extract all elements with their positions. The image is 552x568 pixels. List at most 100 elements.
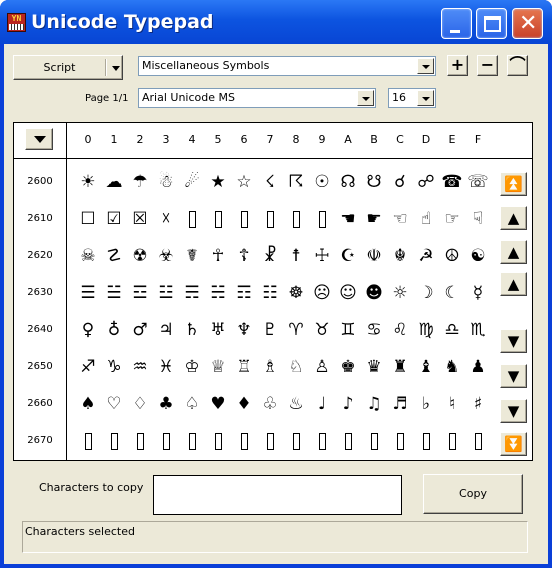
char-cell[interactable]: ☆ — [231, 169, 257, 195]
char-cell[interactable]: ☚ — [335, 206, 361, 232]
nav-button[interactable]: ▲ — [500, 272, 527, 296]
char-cell[interactable] — [335, 428, 361, 454]
chevron-down-icon[interactable] — [417, 90, 434, 106]
char-cell[interactable]: ♈ — [283, 317, 309, 343]
char-cell[interactable]: ☶ — [231, 280, 257, 306]
char-cell[interactable]: ♟ — [465, 354, 491, 380]
char-cell[interactable] — [205, 428, 231, 454]
char-cell[interactable]: ☡ — [101, 243, 127, 269]
char-cell[interactable]: ♅ — [205, 317, 231, 343]
char-cell[interactable]: ♂ — [127, 317, 153, 343]
char-cell[interactable]: ♝ — [413, 354, 439, 380]
char-cell[interactable]: ♒ — [127, 354, 153, 380]
unicode-block-select[interactable]: Miscellaneous Symbols — [138, 56, 436, 76]
maximize-button[interactable] — [476, 8, 507, 39]
char-cell[interactable] — [75, 428, 101, 454]
char-cell[interactable]: ♞ — [439, 354, 465, 380]
char-cell[interactable]: ☱ — [101, 280, 127, 306]
close-button[interactable]: ✕ — [512, 8, 543, 39]
char-cell[interactable]: ☜ — [387, 206, 413, 232]
char-cell[interactable]: ♣ — [153, 391, 179, 417]
char-cell[interactable]: ♊ — [335, 317, 361, 343]
char-cell[interactable] — [309, 428, 335, 454]
char-cell[interactable] — [361, 428, 387, 454]
nav-button[interactable]: ▲ — [500, 240, 527, 264]
copy-button[interactable]: Copy — [423, 474, 523, 514]
char-cell[interactable]: ☝ — [413, 206, 439, 232]
char-cell[interactable]: ☷ — [257, 280, 283, 306]
char-cell[interactable] — [179, 428, 205, 454]
char-cell[interactable]: ♕ — [205, 354, 231, 380]
char-cell[interactable]: ☴ — [179, 280, 205, 306]
char-cell[interactable]: ♧ — [257, 391, 283, 417]
nav-button[interactable]: ▼ — [500, 329, 527, 353]
char-cell[interactable]: ☹ — [309, 280, 335, 306]
char-cell[interactable] — [387, 428, 413, 454]
nav-button[interactable]: ⏫ — [500, 172, 527, 196]
char-cell[interactable]: ♃ — [153, 317, 179, 343]
char-cell[interactable]: ♑ — [101, 354, 127, 380]
char-cell[interactable]: ♪ — [335, 391, 361, 417]
char-cell[interactable]: ♜ — [387, 354, 413, 380]
char-cell[interactable]: ☵ — [205, 280, 231, 306]
chevron-down-icon[interactable] — [357, 90, 374, 106]
char-cell[interactable]: ♬ — [387, 391, 413, 417]
char-cell[interactable]: ♁ — [101, 317, 127, 343]
char-cell[interactable]: ☤ — [179, 243, 205, 269]
char-cell[interactable]: ♦ — [231, 391, 257, 417]
char-cell[interactable]: ☃ — [153, 169, 179, 195]
char-cell[interactable] — [257, 428, 283, 454]
char-cell[interactable]: ☧ — [257, 243, 283, 269]
char-cell[interactable]: ☻ — [361, 280, 387, 306]
char-cell[interactable]: ♓ — [153, 354, 179, 380]
char-cell[interactable]: ☳ — [153, 280, 179, 306]
char-cell[interactable]: ♋ — [361, 317, 387, 343]
char-cell[interactable]: ☑ — [101, 206, 127, 232]
char-cell[interactable]: ☺ — [335, 280, 361, 306]
char-cell[interactable]: ☁ — [101, 169, 127, 195]
char-cell[interactable] — [101, 428, 127, 454]
font-select[interactable]: Arial Unicode MS — [138, 88, 376, 108]
nav-button[interactable]: ▲ — [500, 206, 527, 230]
char-cell[interactable]: ☰ — [75, 280, 101, 306]
char-cell[interactable]: ☊ — [335, 169, 361, 195]
char-cell[interactable] — [153, 428, 179, 454]
char-cell[interactable] — [257, 206, 283, 232]
char-cell[interactable]: ☭ — [413, 243, 439, 269]
char-cell[interactable]: ☣ — [153, 243, 179, 269]
char-cell[interactable] — [413, 428, 439, 454]
char-cell[interactable]: ☯ — [465, 243, 491, 269]
char-cell[interactable]: ☼ — [387, 280, 413, 306]
char-cell[interactable]: ♗ — [257, 354, 283, 380]
chevron-down-icon[interactable] — [417, 58, 434, 74]
char-cell[interactable]: ♐ — [75, 354, 101, 380]
char-cell[interactable]: ☾ — [439, 280, 465, 306]
char-cell[interactable]: ☛ — [361, 206, 387, 232]
char-cell[interactable]: ☏ — [465, 169, 491, 195]
zoom-in-button[interactable]: + — [447, 55, 468, 76]
title-bar[interactable]: YN Unicode Typepad ✕ — [0, 0, 552, 44]
char-cell[interactable]: ♍ — [413, 317, 439, 343]
nav-button[interactable]: ▼ — [500, 399, 527, 423]
char-cell[interactable]: ☈ — [283, 169, 309, 195]
char-cell[interactable] — [231, 428, 257, 454]
char-cell[interactable] — [439, 428, 465, 454]
char-cell[interactable]: ☂ — [127, 169, 153, 195]
char-cell[interactable] — [127, 428, 153, 454]
char-cell[interactable]: ♏ — [465, 317, 491, 343]
char-cell[interactable]: ♛ — [361, 354, 387, 380]
char-cell[interactable]: ☋ — [361, 169, 387, 195]
char-cell[interactable]: ☟ — [465, 206, 491, 232]
char-cell[interactable]: ♤ — [179, 391, 205, 417]
char-cell[interactable]: ♯ — [465, 391, 491, 417]
char-cell[interactable]: ☦ — [231, 243, 257, 269]
char-cell[interactable]: ☄ — [179, 169, 205, 195]
char-cell[interactable]: ♎ — [439, 317, 465, 343]
char-cell[interactable]: ☿ — [465, 280, 491, 306]
char-cell[interactable]: ☩ — [309, 243, 335, 269]
char-cell[interactable]: ♌ — [387, 317, 413, 343]
char-cell[interactable]: ★ — [205, 169, 231, 195]
char-cell[interactable]: ♠ — [75, 391, 101, 417]
char-cell[interactable]: ☥ — [205, 243, 231, 269]
characters-to-copy-field[interactable] — [153, 475, 402, 515]
